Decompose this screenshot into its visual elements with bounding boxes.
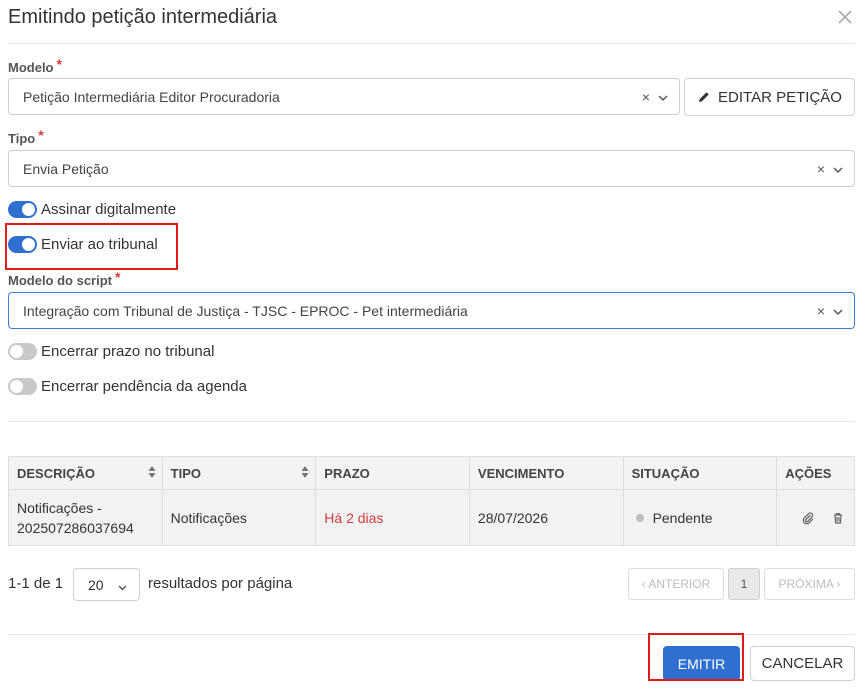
status-dot: [635, 513, 644, 522]
cell-descricao: Notificações - 202507286037694: [9, 490, 163, 545]
toggle-row-encerrar-prazo: Encerrar prazo no tribunal: [8, 341, 214, 361]
encerrar-pendencia-label: Encerrar pendência da agenda: [41, 377, 247, 395]
toggle-row-assinar: Assinar digitalmente: [8, 199, 176, 219]
chevron-down-icon[interactable]: [832, 305, 844, 317]
header-divider: [8, 43, 854, 44]
encerrar-prazo-toggle[interactable]: [8, 342, 37, 360]
paperclip-icon[interactable]: [801, 511, 815, 525]
assinar-label: Assinar digitalmente: [41, 200, 177, 218]
dialog-title: Emitindo petição intermediária: [8, 6, 278, 28]
results-table: DESCRIÇÃO TIPO PRAZO VENCIMENTO SITUAÇÃO…: [8, 456, 855, 546]
tipo-label: Tipo *: [8, 127, 44, 146]
per-page-label: resultados por página: [148, 575, 293, 592]
table-row: Notificações - 202507286037694 Notificaç…: [9, 490, 854, 545]
previous-page-button[interactable]: ‹ ANTERIOR: [628, 568, 724, 600]
next-page-button[interactable]: PRÓXIMA ›: [764, 568, 855, 600]
modelo-label: Modelo *: [8, 56, 62, 75]
sort-icon[interactable]: [148, 465, 156, 479]
tipo-clear-icon[interactable]: ×: [815, 162, 827, 176]
modelo-script-label: Modelo do script *: [8, 269, 121, 288]
cell-vencimento: 28/07/2026: [470, 490, 624, 545]
form-divider: [8, 421, 854, 422]
modelo-script-select[interactable]: Integração com Tribunal de Justiça - TJS…: [8, 292, 855, 329]
page-1-button[interactable]: 1: [728, 568, 760, 600]
cell-acoes: [777, 490, 854, 545]
column-header-descricao[interactable]: DESCRIÇÃO: [9, 457, 163, 489]
column-header-prazo: PRAZO: [316, 457, 470, 489]
assinar-toggle[interactable]: [8, 200, 37, 218]
cell-tipo: Notificações: [163, 490, 317, 545]
tipo-select[interactable]: Envia Petição ×: [8, 150, 855, 187]
column-header-vencimento: VENCIMENTO: [470, 457, 624, 489]
pencil-icon: [699, 92, 709, 102]
cell-prazo: Há 2 dias: [316, 490, 470, 545]
per-page-select[interactable]: 20: [73, 568, 140, 601]
toggle-row-encerrar-pendencia: Encerrar pendência da agenda: [8, 376, 247, 396]
modelo-value: Petição Intermediária Editor Procuradori…: [23, 89, 280, 105]
encerrar-pendencia-toggle[interactable]: [8, 377, 37, 395]
encerrar-prazo-label: Encerrar prazo no tribunal: [41, 342, 215, 360]
cancel-button[interactable]: CANCELAR: [750, 646, 855, 681]
table-header: DESCRIÇÃO TIPO PRAZO VENCIMENTO SITUAÇÃO…: [9, 457, 854, 490]
tipo-value: Envia Petição: [23, 161, 109, 177]
chevron-down-icon[interactable]: [832, 163, 844, 175]
modelo-script-clear-icon[interactable]: ×: [815, 304, 827, 318]
highlight-box-enviar: [5, 223, 178, 270]
sort-icon[interactable]: [301, 465, 309, 479]
status-text: Pendente: [652, 509, 713, 526]
column-header-acoes: AÇÕES: [785, 465, 832, 481]
modelo-clear-icon[interactable]: ×: [640, 90, 652, 104]
per-page-value: 20: [88, 577, 104, 593]
chevron-down-icon: [117, 580, 128, 591]
edit-petition-button[interactable]: EDITAR PETIÇÃO: [684, 78, 855, 116]
trash-icon[interactable]: [831, 511, 845, 525]
close-icon[interactable]: [836, 8, 854, 26]
edit-petition-label: EDITAR PETIÇÃO: [718, 88, 842, 106]
chevron-down-icon[interactable]: [657, 91, 669, 103]
modelo-select[interactable]: Petição Intermediária Editor Procuradori…: [8, 78, 680, 115]
modelo-script-value: Integração com Tribunal de Justiça - TJS…: [23, 303, 468, 319]
pagination-range: 1-1 de 1: [8, 575, 64, 592]
column-header-tipo[interactable]: TIPO: [163, 457, 317, 489]
column-header-situacao: SITUAÇÃO: [624, 457, 778, 489]
cell-situacao: Pendente: [624, 490, 778, 545]
highlight-box-emitir: [648, 633, 744, 681]
